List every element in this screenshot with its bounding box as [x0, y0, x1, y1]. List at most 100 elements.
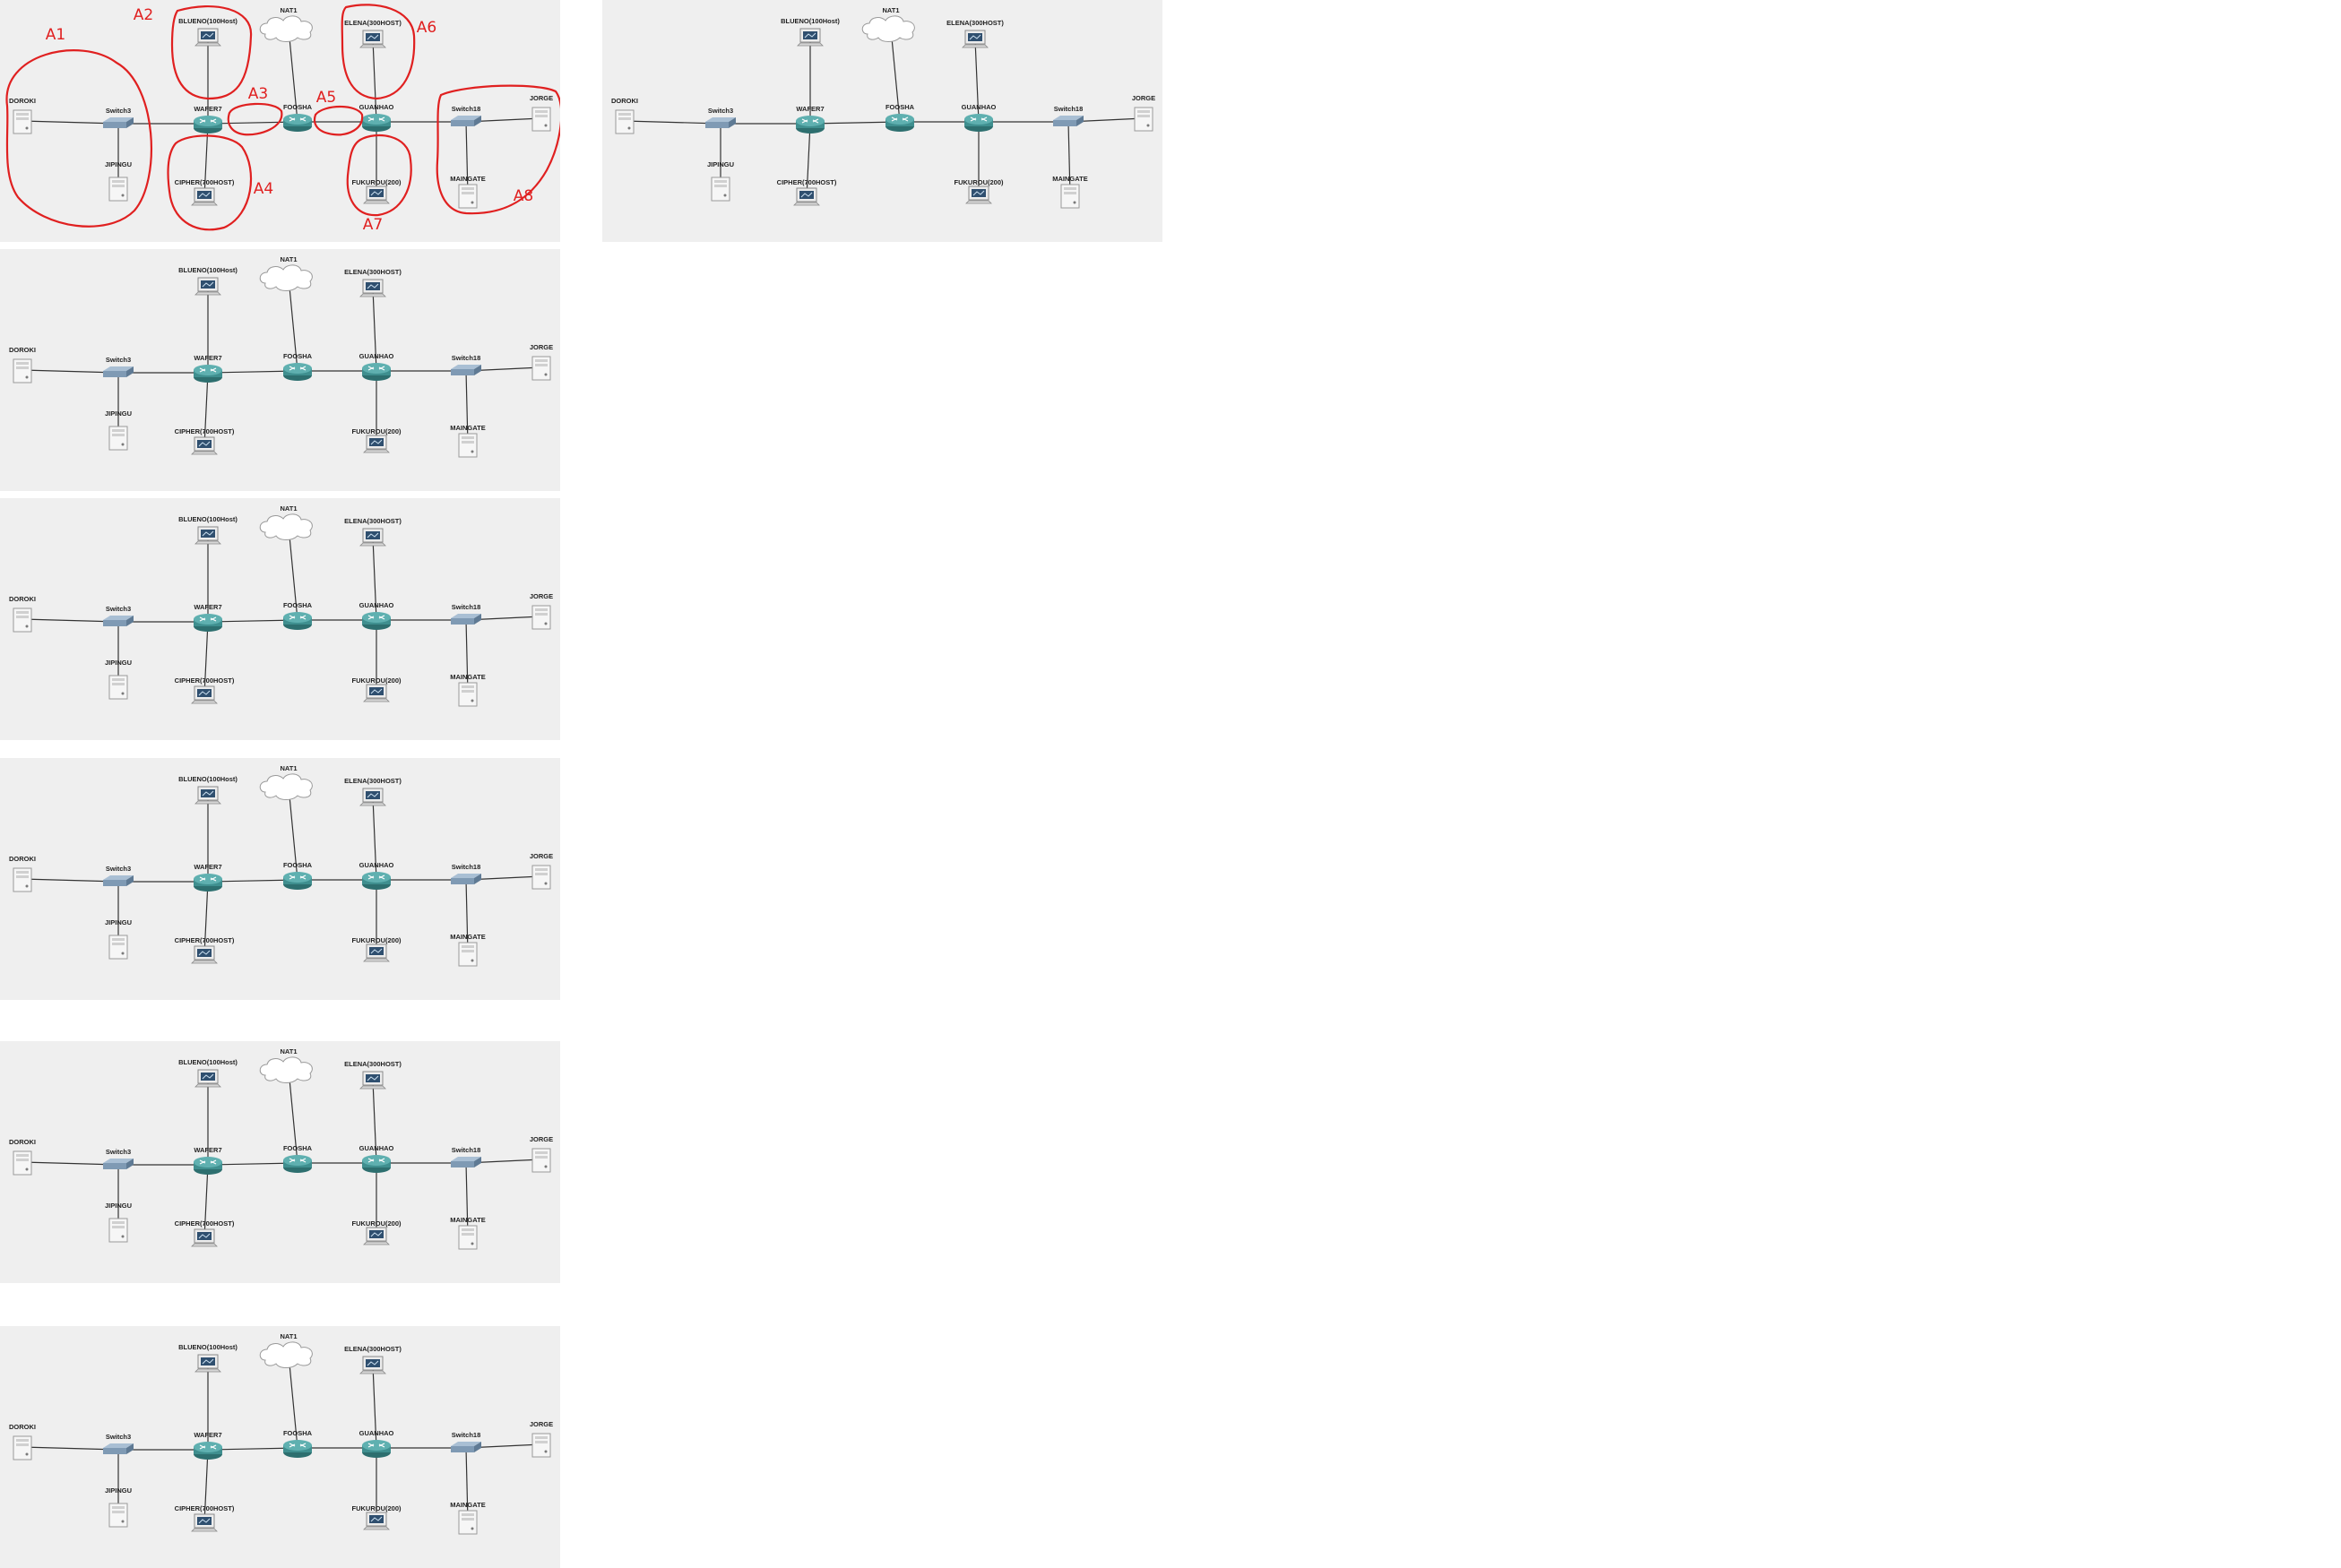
router-foosha[interactable]: FOOSHA — [283, 352, 313, 381]
cloud-nat[interactable]: NAT1 — [259, 504, 313, 540]
server-doroki[interactable]: DOROKI — [9, 855, 36, 892]
pc-elena[interactable]: ELENA(300HOST) — [344, 1345, 402, 1374]
router-foosha[interactable]: FOOSHA — [283, 1144, 313, 1173]
server-maingate[interactable]: MAINGATE — [1052, 175, 1088, 209]
server-jorge[interactable]: JORGE — [530, 852, 553, 890]
cloud-nat[interactable]: NAT1 — [259, 1332, 313, 1368]
router-guanhao[interactable]: GUANHAO — [359, 861, 394, 890]
pc-elena[interactable]: ELENA(300HOST) — [946, 19, 1004, 48]
server-doroki[interactable]: DOROKI — [9, 1138, 36, 1176]
pc-blueno[interactable]: BLUENO(100Host) — [781, 17, 840, 47]
server-jiping[interactable]: JIPINGU — [105, 1486, 132, 1528]
switch-switch3[interactable]: Switch3 — [103, 1433, 134, 1454]
router-guanhao[interactable]: GUANHAO — [359, 1429, 394, 1458]
router-foosha[interactable]: FOOSHA — [283, 103, 313, 132]
switch-switch3[interactable]: Switch3 — [705, 107, 736, 128]
cloud-nat[interactable]: NAT1 — [861, 6, 915, 42]
pc-blueno[interactable]: BLUENO(100Host) — [178, 266, 238, 296]
switch-switch18[interactable]: Switch18 — [1053, 105, 1084, 126]
server-doroki[interactable]: DOROKI — [611, 97, 638, 134]
server-doroki[interactable]: DOROKI — [9, 595, 36, 633]
pc-elena[interactable]: ELENA(300HOST) — [344, 19, 402, 48]
pc-elena[interactable]: ELENA(300HOST) — [344, 777, 402, 806]
router-wafer[interactable]: WAFER7 — [194, 1431, 222, 1460]
router-wafer[interactable]: WAFER7 — [796, 105, 825, 134]
switch-switch18[interactable]: Switch18 — [451, 1146, 481, 1167]
pc-elena[interactable]: ELENA(300HOST) — [344, 517, 402, 547]
switch-switch18[interactable]: Switch18 — [451, 1431, 481, 1452]
router-foosha[interactable]: FOOSHA — [283, 601, 313, 630]
server-jorge[interactable]: JORGE — [530, 94, 553, 132]
pc-fukurou[interactable]: FUKUROU(200) — [954, 178, 1004, 204]
server-jiping[interactable]: JIPINGU — [105, 409, 132, 451]
server-jorge[interactable]: JORGE — [530, 1420, 553, 1458]
router-wafer[interactable]: WAFER7 — [194, 105, 222, 134]
server-jiping[interactable]: JIPINGU — [105, 1202, 132, 1243]
router-wafer[interactable]: WAFER7 — [194, 603, 222, 632]
cloud-nat[interactable]: NAT1 — [259, 1047, 313, 1083]
pc-cipher[interactable]: CIPHER(700HOST) — [175, 936, 235, 964]
router-wafer[interactable]: WAFER7 — [194, 1146, 222, 1175]
switch-switch18[interactable]: Switch18 — [451, 354, 481, 375]
cloud-nat[interactable]: NAT1 — [259, 255, 313, 291]
server-doroki[interactable]: DOROKI — [9, 1423, 36, 1460]
server-maingate[interactable]: MAINGATE — [450, 933, 486, 967]
server-jorge[interactable]: JORGE — [530, 592, 553, 630]
pc-fukurou[interactable]: FUKUROU(200) — [351, 1504, 402, 1530]
pc-cipher[interactable]: CIPHER(700HOST) — [175, 1219, 235, 1247]
switch-switch18[interactable]: Switch18 — [451, 105, 481, 126]
router-guanhao[interactable]: GUANHAO — [962, 103, 997, 132]
router-foosha[interactable]: FOOSHA — [283, 861, 313, 890]
server-jiping[interactable]: JIPINGU — [105, 160, 132, 202]
server-jorge[interactable]: JORGE — [530, 1135, 553, 1173]
router-wafer[interactable]: WAFER7 — [194, 863, 222, 892]
switch-switch18[interactable]: Switch18 — [451, 603, 481, 625]
server-jorge[interactable]: JORGE — [530, 343, 553, 381]
pc-fukurou[interactable]: FUKUROU(200) — [351, 676, 402, 702]
server-jorge[interactable]: JORGE — [1132, 94, 1155, 132]
server-jiping[interactable]: JIPINGU — [707, 160, 734, 202]
router-guanhao[interactable]: GUANHAO — [359, 352, 394, 381]
pc-cipher[interactable]: CIPHER(700HOST) — [175, 427, 235, 455]
pc-fukurou[interactable]: FUKUROU(200) — [351, 1219, 402, 1245]
pc-elena[interactable]: ELENA(300HOST) — [344, 268, 402, 297]
pc-cipher[interactable]: CIPHER(700HOST) — [175, 1504, 235, 1532]
router-foosha[interactable]: FOOSHA — [885, 103, 915, 132]
switch-switch3[interactable]: Switch3 — [103, 865, 134, 886]
pc-fukurou[interactable]: FUKUROU(200) — [351, 178, 402, 204]
switch-switch3[interactable]: Switch3 — [103, 356, 134, 377]
server-maingate[interactable]: MAINGATE — [450, 673, 486, 707]
server-maingate[interactable]: MAINGATE — [450, 1501, 486, 1535]
router-foosha[interactable]: FOOSHA — [283, 1429, 313, 1458]
pc-blueno[interactable]: BLUENO(100Host) — [178, 1058, 238, 1088]
pc-cipher[interactable]: CIPHER(700HOST) — [175, 178, 235, 206]
router-guanhao[interactable]: GUANHAO — [359, 601, 394, 630]
server-maingate[interactable]: MAINGATE — [450, 175, 486, 209]
annotation-label: A4 — [254, 180, 273, 198]
pc-elena[interactable]: ELENA(300HOST) — [344, 1060, 402, 1090]
pc-blueno[interactable]: BLUENO(100Host) — [178, 1343, 238, 1373]
server-jiping[interactable]: JIPINGU — [105, 918, 132, 960]
pc-blueno[interactable]: BLUENO(100Host) — [178, 775, 238, 805]
node-label: BLUENO(100Host) — [178, 775, 238, 783]
cloud-nat[interactable]: NAT1 — [259, 6, 313, 42]
pc-fukurou[interactable]: FUKUROU(200) — [351, 936, 402, 962]
pc-cipher[interactable]: CIPHER(700HOST) — [777, 178, 837, 206]
server-jiping[interactable]: JIPINGU — [105, 659, 132, 700]
server-doroki[interactable]: DOROKI — [9, 97, 36, 134]
server-maingate[interactable]: MAINGATE — [450, 1216, 486, 1250]
pc-cipher[interactable]: CIPHER(700HOST) — [175, 676, 235, 704]
server-maingate[interactable]: MAINGATE — [450, 424, 486, 458]
switch-switch3[interactable]: Switch3 — [103, 107, 134, 128]
pc-blueno[interactable]: BLUENO(100Host) — [178, 17, 238, 47]
router-guanhao[interactable]: GUANHAO — [359, 1144, 394, 1173]
router-guanhao[interactable]: GUANHAO — [359, 103, 394, 132]
pc-blueno[interactable]: BLUENO(100Host) — [178, 515, 238, 545]
server-doroki[interactable]: DOROKI — [9, 346, 36, 383]
pc-fukurou[interactable]: FUKUROU(200) — [351, 427, 402, 453]
switch-switch3[interactable]: Switch3 — [103, 1148, 134, 1169]
cloud-nat[interactable]: NAT1 — [259, 764, 313, 800]
switch-switch18[interactable]: Switch18 — [451, 863, 481, 884]
switch-switch3[interactable]: Switch3 — [103, 605, 134, 626]
router-wafer[interactable]: WAFER7 — [194, 354, 222, 383]
